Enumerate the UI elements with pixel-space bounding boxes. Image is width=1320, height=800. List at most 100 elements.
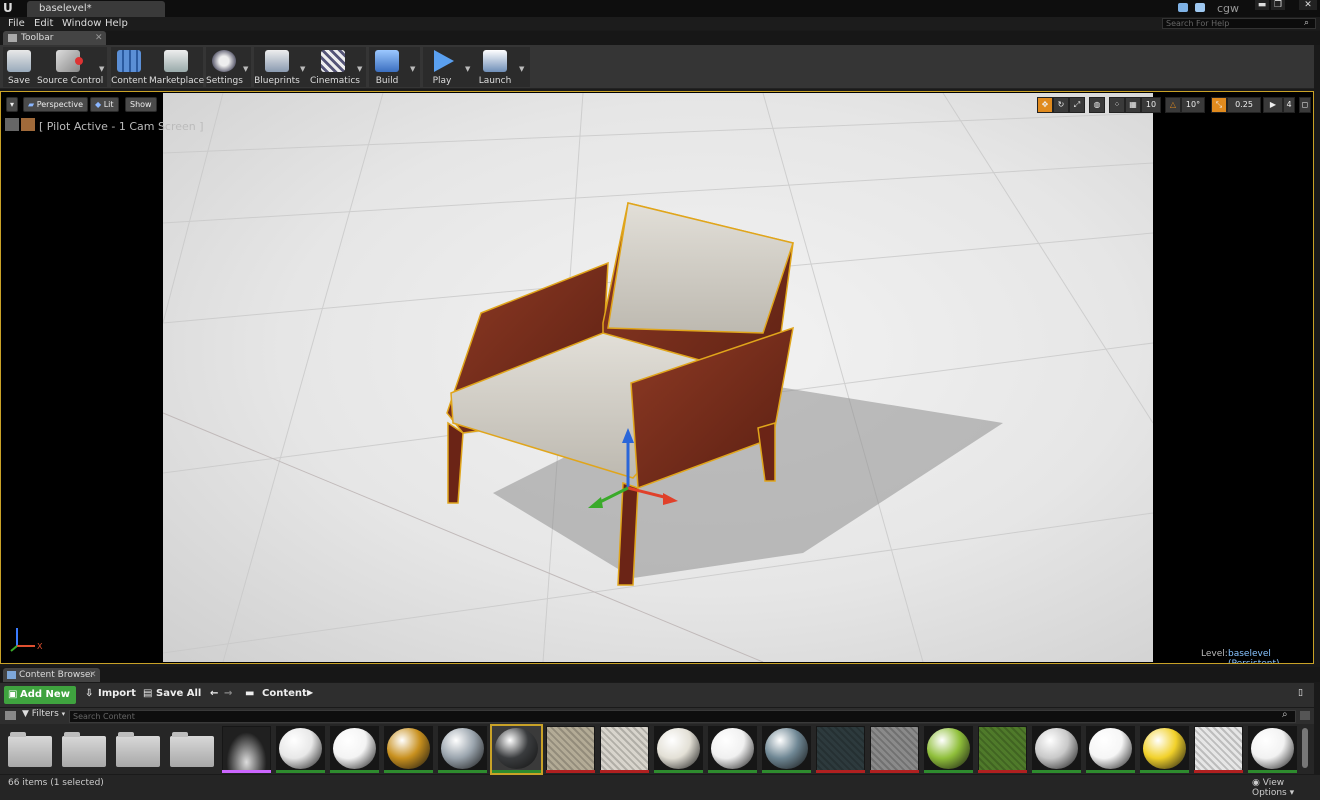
asset-tile[interactable] — [708, 726, 757, 773]
menu-edit[interactable]: Edit — [34, 17, 53, 30]
notification-icon[interactable] — [1178, 3, 1188, 12]
surface-snap-icon[interactable]: ⁘ — [1109, 97, 1125, 113]
asset-tile[interactable] — [384, 726, 433, 773]
asset-tile[interactable] — [1140, 726, 1189, 773]
play-button[interactable]: Play — [423, 47, 461, 87]
save-button[interactable]: Save — [3, 47, 35, 87]
view-options-button[interactable]: ◉ View Options ▾ — [1252, 778, 1320, 798]
close-tab-icon[interactable]: ✕ — [89, 668, 97, 682]
rotate-tool-icon[interactable]: ↻ — [1053, 97, 1069, 113]
asset-tile[interactable] — [222, 726, 271, 773]
asset-tile[interactable] — [1032, 726, 1081, 773]
close-tab-icon[interactable]: ✕ — [95, 31, 103, 45]
marketplace-button[interactable]: Marketplace — [149, 47, 204, 87]
camera-speed-value[interactable]: 4 — [1283, 97, 1295, 113]
level-tab[interactable]: baselevel* — [27, 1, 165, 17]
rotation-snap-value[interactable]: 10° — [1181, 97, 1205, 113]
scale-snap-icon[interactable]: ⤡ — [1211, 97, 1227, 113]
play-dropdown-icon[interactable]: ▼ — [465, 65, 473, 73]
asset-tile[interactable] — [654, 726, 703, 773]
close-button[interactable]: ✕ — [1299, 0, 1317, 10]
texture-thumbnail-icon — [223, 727, 270, 771]
rotation-snap-icon[interactable]: △ — [1165, 97, 1181, 113]
forward-arrow-icon[interactable]: → — [224, 688, 232, 699]
maximize-viewport-icon[interactable]: ◻ — [1299, 97, 1311, 113]
asset-tile[interactable] — [114, 726, 163, 773]
level-name[interactable]: baselevel (Persistent) — [1228, 649, 1313, 663]
asset-tile[interactable] — [1194, 726, 1243, 773]
launch-dropdown-icon[interactable]: ▼ — [519, 65, 527, 73]
asset-tile[interactable] — [762, 726, 811, 773]
viewport-menu-button[interactable]: ▾ — [6, 97, 18, 112]
asset-tile[interactable] — [168, 726, 217, 773]
menu-bar: File Edit Window Help — [0, 17, 1320, 30]
add-new-button[interactable]: ▣ Add New ▼ — [4, 686, 76, 717]
asset-tile[interactable] — [1086, 726, 1135, 773]
search-content-input[interactable]: Search Content — [69, 710, 1296, 723]
lock-icon[interactable]: ▯ — [1298, 688, 1303, 698]
build-dropdown-icon[interactable]: ▼ — [410, 65, 418, 73]
asset-tile[interactable] — [6, 726, 55, 773]
cinematics-dropdown-icon[interactable]: ▼ — [357, 65, 365, 73]
feedback-icon[interactable] — [1195, 3, 1205, 12]
launch-button[interactable]: Launch — [475, 47, 515, 87]
asset-tile[interactable] — [438, 726, 487, 773]
minimize-button[interactable]: ▬ — [1255, 0, 1269, 10]
scene-render[interactable] — [163, 93, 1153, 662]
asset-scrollbar[interactable] — [1302, 728, 1308, 768]
lit-button[interactable]: ◆ Lit — [90, 97, 119, 112]
blueprints-button[interactable]: Blueprints — [254, 47, 300, 87]
perspective-button[interactable]: ▰ Perspective — [23, 97, 89, 112]
source-control-button[interactable]: Source Control — [37, 47, 103, 87]
content-button[interactable]: Content — [111, 47, 147, 87]
translate-tool-icon[interactable]: ✥ — [1037, 97, 1053, 113]
settings-button[interactable]: Settings — [206, 47, 243, 87]
world-space-icon[interactable]: ◍ — [1089, 97, 1105, 113]
show-button[interactable]: Show — [125, 97, 157, 112]
asset-tile[interactable] — [546, 726, 595, 773]
save-all-icon[interactable]: ▤ — [143, 688, 152, 699]
asset-tile[interactable] — [600, 726, 649, 773]
filters-button[interactable]: ▼ Filters ▾ — [22, 709, 65, 719]
scale-snap-value[interactable]: 0.25 — [1227, 97, 1261, 113]
search-icon[interactable]: ⌕ — [1282, 709, 1288, 720]
settings-dropdown-icon[interactable]: ▼ — [243, 65, 251, 73]
source-control-dropdown-icon[interactable]: ▼ — [99, 65, 107, 73]
cinematics-icon — [321, 50, 345, 72]
camera-speed-icon[interactable]: ▶ — [1263, 97, 1283, 113]
asset-tile[interactable] — [978, 726, 1027, 773]
content-browser-tab[interactable]: Content Browser ✕ — [3, 668, 100, 682]
restore-button[interactable]: ❐ — [1271, 0, 1285, 10]
menu-file[interactable]: File — [8, 17, 25, 30]
asset-tile[interactable] — [816, 726, 865, 773]
asset-tile[interactable] — [1248, 726, 1297, 773]
menu-help[interactable]: Help — [105, 17, 128, 30]
asset-tile[interactable] — [870, 726, 919, 773]
scene-floor[interactable] — [163, 93, 1153, 662]
import-icon[interactable]: ⇩ — [85, 688, 93, 699]
toolbar-tab[interactable]: Toolbar ✕ — [3, 31, 106, 45]
build-button[interactable]: Build — [369, 47, 405, 87]
asset-tile[interactable] — [330, 726, 379, 773]
back-arrow-icon[interactable]: ← — [210, 688, 218, 699]
search-icon[interactable]: ⌕ — [1304, 18, 1309, 28]
search-help-input[interactable]: Search For Help — [1162, 18, 1316, 29]
level-viewport[interactable]: ▾ ▰ Perspective ◆ Lit Show [ Pilot Activ… — [0, 91, 1314, 664]
asset-tile[interactable] — [276, 726, 325, 773]
save-search-icon[interactable] — [1300, 711, 1310, 720]
grid-snap-icon[interactable]: ▦ — [1125, 97, 1141, 113]
import-button[interactable]: Import — [98, 688, 136, 699]
menu-window[interactable]: Window — [62, 17, 101, 30]
scale-tool-icon[interactable]: ⤢ — [1069, 97, 1085, 113]
blueprints-dropdown-icon[interactable]: ▼ — [300, 65, 308, 73]
path-chevron-right-icon[interactable]: ▶ — [307, 688, 313, 697]
asset-tile[interactable] — [60, 726, 109, 773]
cinematics-button[interactable]: Cinematics — [310, 47, 360, 87]
asset-tile[interactable] — [924, 726, 973, 773]
eject-pilot-icon[interactable] — [5, 118, 19, 131]
sources-panel-icon[interactable] — [5, 711, 16, 720]
asset-tile[interactable] — [490, 724, 543, 775]
save-all-button[interactable]: Save All — [156, 688, 201, 699]
grid-snap-value[interactable]: 10 — [1141, 97, 1161, 113]
path-content[interactable]: Content — [262, 688, 307, 699]
